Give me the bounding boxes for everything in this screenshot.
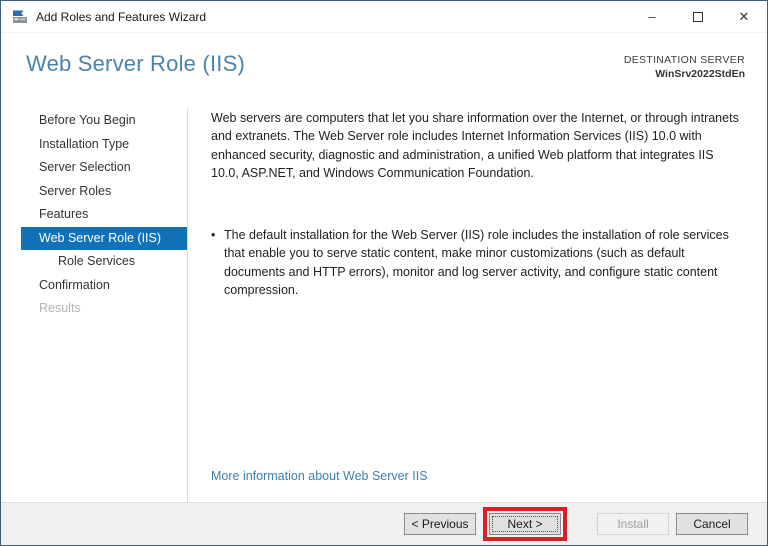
default-installation-text: The default installation for the Web Ser… [224, 228, 729, 297]
window-controls: – ✕ [629, 1, 767, 33]
add-roles-features-wizard-window: { "window": { "title": "Add Roles and Fe… [0, 0, 768, 546]
nav-item-role-services[interactable]: Role Services [1, 250, 187, 274]
minimize-button[interactable]: – [629, 1, 675, 33]
wizard-footer: < Previous Next > Install Cancel [1, 502, 767, 545]
cancel-button[interactable]: Cancel [676, 513, 748, 535]
nav-item-before-you-begin[interactable]: Before You Begin [1, 109, 187, 133]
maximize-button[interactable] [675, 1, 721, 33]
minimize-icon: – [648, 9, 656, 24]
default-installation-note: • The default installation for the Web S… [211, 226, 743, 299]
more-information-link[interactable]: More information about Web Server IIS [211, 469, 428, 483]
nav-item-features[interactable]: Features [1, 203, 187, 227]
page-header: Web Server Role (IIS) [26, 51, 245, 77]
nav-item-server-roles[interactable]: Server Roles [1, 180, 187, 204]
bullet-icon: • [211, 228, 216, 242]
title-bar: Add Roles and Features Wizard – ✕ [1, 1, 767, 33]
nav-item-server-selection[interactable]: Server Selection [1, 156, 187, 180]
nav-item-installation-type[interactable]: Installation Type [1, 133, 187, 157]
main-content: Web servers are computers that let you s… [211, 109, 743, 299]
wizard-nav: Before You Begin Installation Type Serve… [1, 109, 188, 502]
close-icon: ✕ [738, 8, 750, 24]
page-title: Web Server Role (IIS) [26, 51, 245, 76]
previous-button[interactable]: < Previous [404, 513, 476, 535]
nav-item-web-server-role-iis[interactable]: Web Server Role (IIS) [21, 226, 187, 250]
destination-server-name: WinSrv2022StdEn [655, 68, 745, 81]
destination-server-block: DESTINATION SERVER WinSrv2022StdEn [624, 53, 745, 81]
install-button: Install [597, 513, 669, 535]
window-title: Add Roles and Features Wizard [36, 9, 207, 24]
close-button[interactable]: ✕ [721, 1, 767, 33]
role-description-text: Web servers are computers that let you s… [211, 111, 739, 180]
next-button-highlight-annotation: Next > [483, 507, 567, 541]
maximize-icon [693, 11, 703, 22]
nav-item-confirmation[interactable]: Confirmation [1, 274, 187, 298]
nav-item-results: Results [39, 301, 81, 315]
destination-server-label: DESTINATION SERVER [623, 54, 745, 66]
server-manager-icon [13, 10, 27, 23]
next-button[interactable]: Next > [489, 513, 561, 535]
